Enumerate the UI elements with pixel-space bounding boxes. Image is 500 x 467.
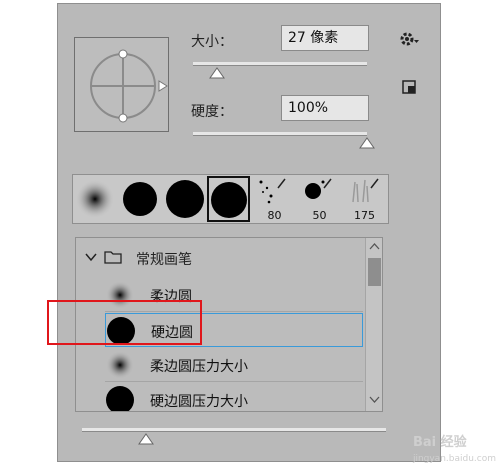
- preset-hard-round[interactable]: [164, 176, 207, 222]
- preset-soft-round[interactable]: [74, 176, 117, 222]
- brush-group-row[interactable]: 常规画笔: [76, 238, 363, 278]
- preset-size: 80: [267, 209, 282, 222]
- hard-round-thumbnail: [106, 386, 134, 411]
- brush-angle-preview[interactable]: [74, 37, 169, 132]
- folder-icon: [104, 251, 122, 264]
- preset-hard-round-selected[interactable]: [207, 176, 250, 222]
- new-preset-icon[interactable]: [399, 77, 421, 99]
- preset-hard-round[interactable]: [119, 176, 162, 222]
- recent-presets: 80 50 175: [72, 174, 389, 224]
- scrollbar-thumb[interactable]: [368, 258, 381, 286]
- size-field[interactable]: 27 像素: [281, 25, 369, 51]
- preset-ink-drop[interactable]: 50: [298, 176, 341, 222]
- brush-item[interactable]: 柔边圆压力大小: [105, 348, 363, 382]
- brush-name: 柔边圆压力大小: [150, 359, 248, 375]
- brush-item[interactable]: 硬边圆压力大小: [105, 383, 363, 411]
- size-slider-track[interactable]: [193, 62, 367, 66]
- scroll-down-icon[interactable]: [369, 396, 380, 404]
- annotation-highlight: [47, 300, 202, 345]
- soft-round-thumbnail: [106, 351, 134, 379]
- brush-name: 硬边圆压力大小: [150, 394, 248, 410]
- preset-spatter[interactable]: 80: [253, 176, 296, 222]
- brush-preset-panel: 大小： 27 像素 硬度： 100% 80 50 175 常规画笔 柔边圆 硬边…: [57, 3, 441, 462]
- preview-size-slider-track[interactable]: [82, 428, 386, 432]
- scroll-up-icon[interactable]: [369, 242, 380, 250]
- preset-size: 175: [354, 209, 375, 222]
- hardness-slider-track[interactable]: [193, 132, 367, 136]
- preset-size: 50: [312, 209, 327, 222]
- chevron-down-icon[interactable]: [84, 250, 98, 264]
- size-label: 大小：: [191, 34, 233, 50]
- gear-icon[interactable]: [398, 28, 420, 50]
- watermark: Bai 经验 jingyan.baidu.com: [412, 435, 496, 464]
- hardness-field[interactable]: 100%: [281, 95, 369, 121]
- hardness-label: 硬度：: [191, 104, 233, 120]
- preset-grass[interactable]: 175: [343, 176, 386, 222]
- brush-list-scrollbar[interactable]: [365, 238, 382, 411]
- brush-group-name: 常规画笔: [136, 252, 192, 268]
